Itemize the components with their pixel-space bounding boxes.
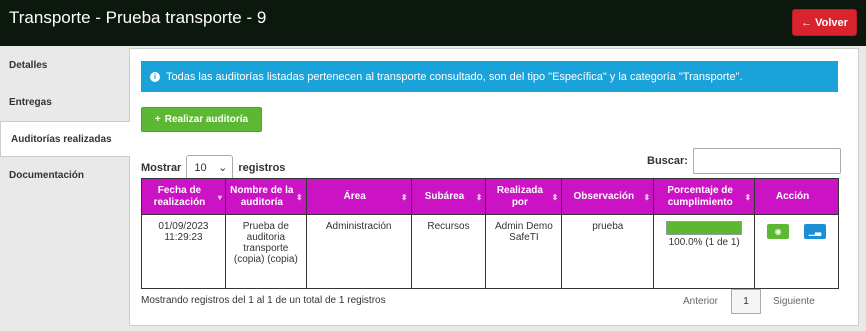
plus-icon: + bbox=[154, 114, 161, 125]
sort-icon: ⬍ bbox=[744, 193, 752, 202]
back-button-label: Volver bbox=[815, 16, 848, 29]
pagination-next[interactable]: Siguiente bbox=[773, 296, 815, 307]
chevron-down-icon: ⌄ bbox=[218, 162, 228, 174]
eye-icon: ◉ bbox=[774, 227, 782, 236]
cell-fecha: 01/09/2023 11:29:23 bbox=[141, 214, 226, 289]
chart-button[interactable]: ▁▃ bbox=[803, 224, 826, 239]
sidebar-item-detalles[interactable]: Detalles bbox=[0, 47, 129, 83]
cell-nombre: Prueba de auditoria transporte (copia) (… bbox=[224, 214, 307, 289]
column-header-realizada[interactable]: Realizada por ⬍ bbox=[485, 178, 563, 215]
cell-subarea: Recursos bbox=[410, 214, 487, 289]
sort-icon: ⬍ bbox=[643, 193, 651, 202]
cell-realizada: Admin Demo SafeTI bbox=[485, 214, 563, 289]
column-header-accion: Acción bbox=[754, 178, 839, 215]
info-icon: i bbox=[150, 71, 160, 82]
info-alert: i Todas las auditorías listadas pertenec… bbox=[141, 61, 838, 92]
sidebar-item-label: Detalles bbox=[9, 59, 48, 71]
main-panel: i Todas las auditorías listadas pertenec… bbox=[129, 48, 859, 326]
arrow-left-icon: ← bbox=[801, 16, 813, 29]
sort-desc-icon: ▾ bbox=[217, 193, 222, 202]
alert-text: Todas las auditorías listadas pertenecen… bbox=[166, 70, 743, 83]
page-length-control: Mostrar 10 ⌄ registros bbox=[141, 155, 285, 180]
chart-icon: ▁▃ bbox=[808, 227, 822, 236]
search-label: Buscar: bbox=[647, 155, 688, 167]
column-header-nombre[interactable]: Nombre de la auditoría ⬍ bbox=[224, 178, 307, 215]
column-header-area[interactable]: Área ⬍ bbox=[305, 178, 412, 215]
sidebar-item-entregas[interactable]: Entregas bbox=[0, 84, 129, 120]
sort-icon: ⬍ bbox=[400, 193, 408, 202]
top-bar: Transporte - Prueba transporte - 9 ← Vol… bbox=[0, 0, 866, 46]
compliance-text: 100.0% (1 de 1) bbox=[668, 237, 740, 248]
pagination: Anterior 1 Siguiente bbox=[683, 289, 815, 314]
view-button[interactable]: ◉ bbox=[767, 224, 790, 239]
sort-icon: ⬍ bbox=[296, 193, 303, 202]
add-audit-label: Realizar auditoría bbox=[164, 114, 249, 125]
cell-area: Administración bbox=[305, 214, 412, 289]
sidebar-item-label: Auditorías realizadas bbox=[11, 133, 112, 145]
records-label: registros bbox=[238, 161, 286, 174]
show-label: Mostrar bbox=[141, 161, 182, 174]
cell-accion: ◉ ▁▃ bbox=[754, 214, 839, 289]
compliance-progress-bar bbox=[666, 221, 743, 235]
sidebar: Detalles Entregas Auditorías realizadas … bbox=[0, 46, 130, 331]
audits-table: Fecha de realización ▾ Nombre de la audit… bbox=[141, 178, 839, 289]
search-input[interactable] bbox=[692, 148, 841, 174]
search-control: Buscar: bbox=[647, 148, 841, 174]
sort-icon: ⬍ bbox=[551, 193, 559, 202]
table-info: Mostrando registros del 1 al 1 de un tot… bbox=[141, 295, 386, 306]
page-title: Transporte - Prueba transporte - 9 bbox=[9, 8, 267, 27]
column-header-fecha[interactable]: Fecha de realización ▾ bbox=[141, 178, 226, 215]
sidebar-item-label: Documentación bbox=[9, 169, 85, 181]
table-row: 01/09/2023 11:29:23 Prueba de auditoria … bbox=[141, 214, 839, 289]
column-header-observacion[interactable]: Observación ⬍ bbox=[561, 178, 655, 215]
cell-observacion: prueba bbox=[561, 214, 655, 289]
table-header-row: Fecha de realización ▾ Nombre de la audit… bbox=[141, 178, 839, 215]
column-header-subarea[interactable]: Subárea ⬍ bbox=[410, 178, 487, 215]
page-length-value: 10 bbox=[194, 161, 207, 174]
cell-porcentaje: 100.0% (1 de 1) bbox=[653, 214, 756, 289]
column-header-porcentaje[interactable]: Porcentaje de cumplimiento ⬍ bbox=[653, 178, 756, 215]
sidebar-item-auditorias[interactable]: Auditorías realizadas bbox=[0, 121, 130, 157]
pagination-prev[interactable]: Anterior bbox=[683, 296, 718, 307]
add-audit-button[interactable]: + Realizar auditoría bbox=[141, 107, 262, 132]
page-length-select[interactable]: 10 ⌄ bbox=[186, 155, 234, 180]
pagination-page[interactable]: 1 bbox=[731, 289, 762, 314]
sidebar-item-documentacion[interactable]: Documentación bbox=[0, 157, 129, 193]
sort-icon: ⬍ bbox=[475, 193, 483, 202]
sidebar-item-label: Entregas bbox=[9, 96, 52, 108]
back-button[interactable]: ← Volver bbox=[792, 9, 857, 36]
